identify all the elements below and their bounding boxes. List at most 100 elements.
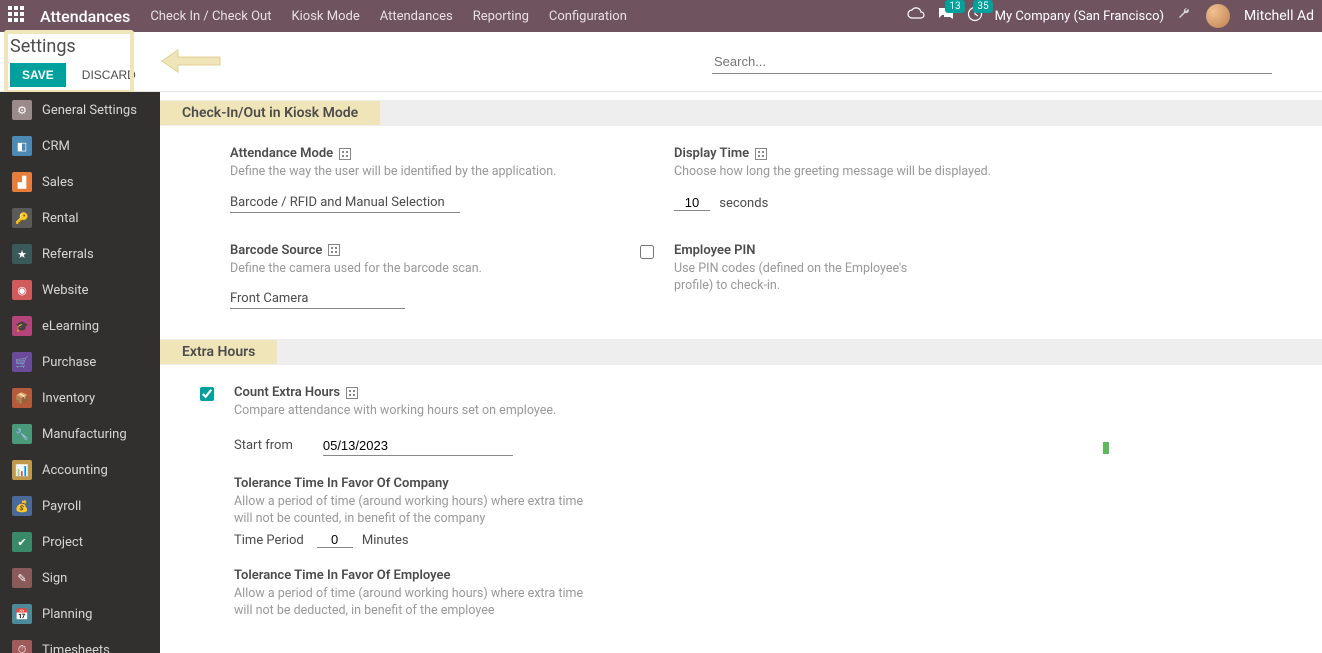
section-title: Extra Hours	[160, 340, 277, 364]
sidebar-item-purchase[interactable]: 🛒 Purchase	[0, 344, 160, 380]
sidebar-item-planning[interactable]: 📅 Planning	[0, 596, 160, 632]
control-panel: Settings SAVE DISCARD	[0, 32, 1322, 92]
sidebar-item-label: Website	[42, 283, 89, 298]
count-extra-checkbox[interactable]	[200, 387, 214, 401]
debug-icon[interactable]	[1176, 5, 1194, 27]
sidebar-item-label: eLearning	[42, 319, 99, 334]
tolerance-company-input[interactable]	[317, 532, 353, 548]
tolerance-company-label: Tolerance Time In Favor Of Company	[234, 476, 449, 491]
planning-icon: 📅	[12, 604, 32, 624]
employee-pin-label: Employee PIN	[674, 243, 755, 258]
sidebar-item-elearning[interactable]: 🎓 eLearning	[0, 308, 160, 344]
time-period-label: Time Period	[234, 533, 304, 548]
sidebar-item-label: Manufacturing	[42, 427, 127, 442]
sidebar-item-label: Timesheets	[42, 643, 110, 653]
sidebar-item-label: Project	[42, 535, 83, 550]
sidebar-item-label: Sign	[42, 571, 67, 586]
count-extra-label: Count Extra Hours	[234, 385, 358, 400]
sign-icon: ✎	[12, 568, 32, 588]
building-icon	[339, 148, 351, 160]
elearning-icon: 🎓	[12, 316, 32, 336]
cloud-icon[interactable]	[907, 7, 925, 25]
save-button[interactable]: SAVE	[10, 63, 66, 87]
start-from-input[interactable]	[323, 436, 513, 456]
sidebar-item-sign[interactable]: ✎ Sign	[0, 560, 160, 596]
timesheets-icon: ⏱	[12, 640, 32, 653]
caret-indicator	[1103, 442, 1109, 454]
sidebar-item-label: Accounting	[42, 463, 108, 478]
building-icon	[328, 244, 340, 256]
sidebar-item-crm[interactable]: ◧ CRM	[0, 128, 160, 164]
search-input[interactable]	[712, 50, 1272, 74]
discuss-badge: 13	[945, 0, 964, 13]
display-time-unit: seconds	[719, 196, 768, 211]
nav-kiosk[interactable]: Kiosk Mode	[291, 9, 359, 24]
referrals-icon: ★	[12, 244, 32, 264]
sidebar-item-inventory[interactable]: 📦 Inventory	[0, 380, 160, 416]
start-from-label: Start from	[234, 438, 293, 453]
display-time-input[interactable]	[674, 195, 710, 211]
rental-icon: 🔑	[12, 208, 32, 228]
sidebar-item-rental[interactable]: 🔑 Rental	[0, 200, 160, 236]
sidebar-item-manufacturing[interactable]: 🔧Manufacturing	[0, 416, 160, 452]
sidebar-item-label: Inventory	[42, 391, 95, 406]
discuss-icon[interactable]: 13	[937, 6, 955, 26]
section-title: Check-In/Out in Kiosk Mode	[160, 101, 380, 125]
sidebar-item-label: Planning	[42, 607, 92, 622]
barcode-source-select[interactable]: Front Camera	[230, 289, 405, 309]
section-extra-hours: Extra Hours	[160, 339, 1322, 365]
attendance-mode-help: Define the way the user will be identifi…	[230, 163, 570, 181]
section-kiosk: Check-In/Out in Kiosk Mode	[160, 100, 1322, 126]
avatar[interactable]	[1206, 4, 1230, 28]
purchase-icon: 🛒	[12, 352, 32, 372]
discard-button[interactable]: DISCARD	[72, 63, 146, 87]
sidebar-item-general[interactable]: ⚙General Settings	[0, 92, 160, 128]
activities-icon[interactable]: 35	[967, 6, 983, 26]
sidebar-item-label: Payroll	[42, 499, 81, 514]
count-extra-help: Compare attendance with working hours se…	[234, 402, 834, 420]
app-brand[interactable]: Attendances	[40, 7, 130, 26]
sidebar-item-label: Purchase	[42, 355, 96, 370]
inventory-icon: 📦	[12, 388, 32, 408]
page-title: Settings	[10, 36, 146, 57]
sidebar-item-payroll[interactable]: 💰 Payroll	[0, 488, 160, 524]
sidebar-item-sales[interactable]: ▟ Sales	[0, 164, 160, 200]
building-icon	[346, 387, 358, 399]
tolerance-employee-label: Tolerance Time In Favor Of Employee	[234, 568, 451, 583]
building-icon	[755, 148, 767, 160]
nav-right: 13 35 My Company (San Francisco) Mitchel…	[907, 4, 1314, 28]
nav-attendances[interactable]: Attendances	[380, 9, 453, 24]
nav-reporting[interactable]: Reporting	[473, 9, 529, 24]
sidebar-item-project[interactable]: ✔ Project	[0, 524, 160, 560]
sidebar-item-timesheets[interactable]: ⏱ Timesheets	[0, 632, 160, 653]
sidebar-item-label: Referrals	[42, 247, 94, 262]
sidebar-item-accounting[interactable]: 📊Accounting	[0, 452, 160, 488]
sidebar-item-label: Rental	[42, 211, 79, 226]
tolerance-company-unit: Minutes	[362, 533, 409, 548]
activities-badge: 35	[973, 0, 992, 13]
payroll-icon: 💰	[12, 496, 32, 516]
nav-checkin[interactable]: Check In / Check Out	[150, 9, 271, 24]
attendance-mode-label: Attendance Mode	[230, 146, 351, 161]
employee-pin-checkbox[interactable]	[640, 245, 654, 259]
gear-icon: ⚙	[12, 100, 32, 120]
settings-sidebar[interactable]: ⚙General Settings ◧ CRM ▟ Sales 🔑 Rental ★ R…	[0, 92, 160, 653]
nav-links: Check In / Check Out Kiosk Mode Attendan…	[150, 9, 627, 24]
company-switcher[interactable]: My Company (San Francisco)	[995, 9, 1164, 24]
barcode-source-help: Define the camera used for the barcode s…	[230, 260, 570, 278]
sidebar-item-label: CRM	[42, 139, 70, 154]
apps-icon[interactable]	[8, 6, 28, 26]
tolerance-employee-help: Allow a period of time (around working h…	[234, 585, 594, 620]
sales-icon: ▟	[12, 172, 32, 192]
display-time-help: Choose how long the greeting message wil…	[674, 163, 991, 181]
crm-icon: ◧	[12, 136, 32, 156]
nav-configuration[interactable]: Configuration	[549, 9, 627, 24]
sidebar-item-label: Sales	[42, 175, 74, 190]
attendance-mode-select[interactable]: Barcode / RFID and Manual Selection	[230, 193, 460, 213]
user-name[interactable]: Mitchell Ad	[1244, 8, 1314, 24]
sidebar-item-website[interactable]: ◉Website	[0, 272, 160, 308]
sidebar-item-referrals[interactable]: ★ Referrals	[0, 236, 160, 272]
project-icon: ✔	[12, 532, 32, 552]
employee-pin-help: Use PIN codes (defined on the Employee's…	[674, 260, 944, 295]
tolerance-company-help: Allow a period of time (around working h…	[234, 493, 594, 528]
